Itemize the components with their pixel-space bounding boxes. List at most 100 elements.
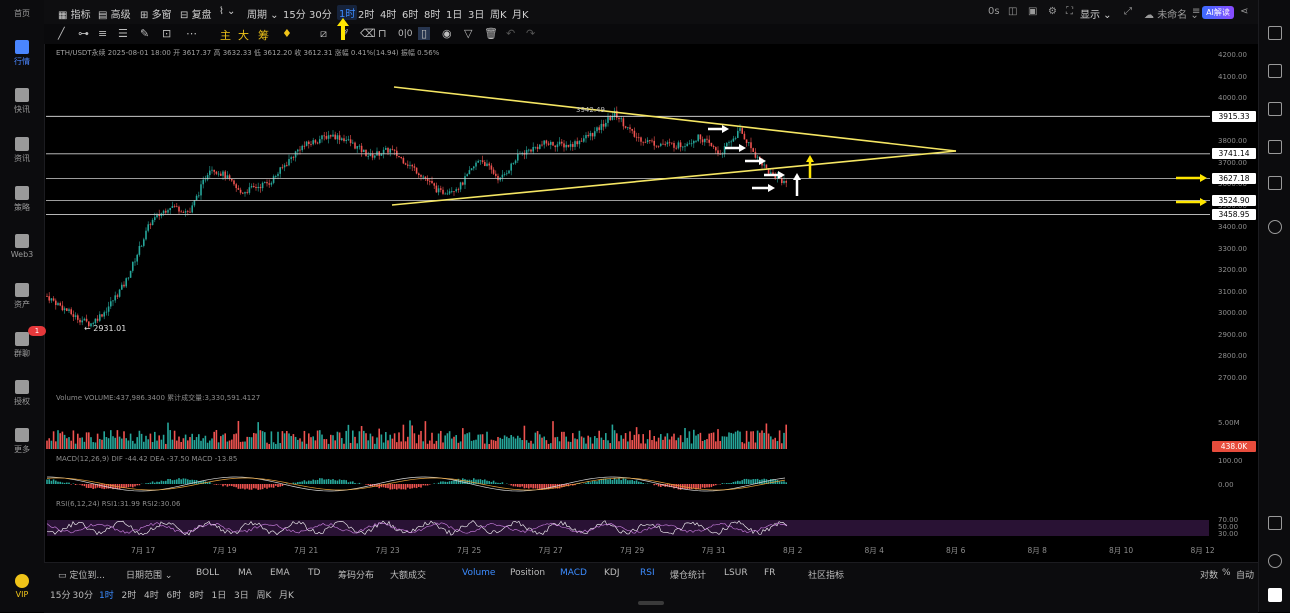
bottom-interval-tab[interactable]: 月K bbox=[279, 588, 294, 601]
bottom-interval-tab[interactable]: 周K bbox=[257, 588, 272, 601]
horizontal-line-tool-icon[interactable]: ⊶ bbox=[78, 27, 89, 40]
more-tools-icon[interactable]: ⋯ bbox=[186, 27, 197, 40]
chart-type-button[interactable]: ⌇ ⌄ bbox=[219, 6, 235, 17]
interval-3d[interactable]: 3日 bbox=[468, 6, 484, 21]
indicator-tab[interactable]: RSI bbox=[640, 568, 655, 578]
settings-panel-icon[interactable] bbox=[1268, 516, 1282, 530]
rail-item-chat[interactable]: 群聊 bbox=[0, 332, 44, 359]
indicator-tab[interactable]: 爆仓统计 bbox=[670, 568, 706, 581]
account-dropdown[interactable]: ☁ 未命名 ⌄ bbox=[1144, 6, 1199, 21]
redo-icon[interactable]: ↷ bbox=[526, 27, 535, 40]
ohlc-toggle[interactable]: 0|0 bbox=[398, 29, 412, 39]
fullscreen-icon[interactable]: ⛶ bbox=[1066, 6, 1073, 17]
text-tool-icon[interactable]: ⊡ bbox=[162, 27, 171, 40]
multi-window-button[interactable]: ⊞ 多窗 bbox=[140, 6, 172, 21]
indicator-tab[interactable]: FR bbox=[764, 568, 775, 578]
alert-icon[interactable] bbox=[1268, 140, 1282, 154]
rail-item-authorize[interactable]: 授权 bbox=[0, 380, 44, 407]
indicator-tab[interactable]: TD bbox=[308, 568, 320, 578]
display-dropdown[interactable]: 显示 ⌄ bbox=[1080, 6, 1112, 21]
magnet-icon[interactable]: ⊓ bbox=[378, 27, 387, 40]
eraser-icon[interactable]: ⌫ bbox=[360, 27, 376, 40]
main-chart-toggle[interactable]: 主 bbox=[220, 27, 231, 43]
bottom-interval-tab[interactable]: 3日 bbox=[234, 588, 249, 601]
indicator-tab[interactable]: MACD bbox=[560, 568, 587, 578]
assistant-icon[interactable] bbox=[1268, 588, 1282, 602]
share-icon[interactable]: ⋖ bbox=[1240, 6, 1248, 17]
orderbook-icon[interactable] bbox=[1268, 26, 1282, 40]
indicator-tab[interactable]: 大额成交 bbox=[390, 568, 426, 581]
filter-icon[interactable]: ▽ bbox=[464, 27, 472, 40]
ruler-tool-icon[interactable]: ⧄ bbox=[320, 27, 327, 41]
interval-1d[interactable]: 1日 bbox=[446, 6, 462, 21]
bottom-interval-tab[interactable]: 4时 bbox=[144, 588, 159, 601]
bottom-interval-tab[interactable]: 8时 bbox=[189, 588, 204, 601]
lock-icon[interactable]: ▯ bbox=[418, 27, 430, 40]
vip-entry[interactable]: VIP bbox=[0, 574, 44, 599]
price-chart[interactable] bbox=[44, 44, 1210, 554]
log-scale-toggle[interactable]: 对数 bbox=[1200, 568, 1218, 581]
help-icon[interactable] bbox=[1268, 220, 1282, 234]
bottom-interval-tab[interactable]: 1日 bbox=[212, 588, 227, 601]
bottom-interval-tab[interactable]: 1时 bbox=[99, 588, 114, 601]
locate-button[interactable]: ▭ 定位到... bbox=[58, 568, 105, 581]
trades-icon[interactable] bbox=[1268, 64, 1282, 78]
parallel-channel-tool-icon[interactable]: ≡ bbox=[98, 27, 107, 40]
support-headset-icon[interactable] bbox=[1268, 554, 1282, 568]
interval-8h[interactable]: 8时 bbox=[424, 6, 440, 21]
delete-icon[interactable]: 🗑 bbox=[484, 27, 498, 40]
indicator-tab[interactable]: LSUR bbox=[724, 568, 748, 578]
pencil-tool-icon[interactable]: ✎ bbox=[140, 27, 149, 40]
bottom-interval-tab[interactable]: 2时 bbox=[122, 588, 137, 601]
depth-icon[interactable] bbox=[1268, 102, 1282, 116]
interval-30m[interactable]: 30分 bbox=[309, 6, 332, 21]
settings-icon[interactable]: ⚙ bbox=[1048, 6, 1057, 17]
layout-icon[interactable]: ▣ bbox=[1028, 6, 1037, 17]
ai-interpret-button[interactable]: AI解读 bbox=[1202, 6, 1234, 19]
indicator-tab[interactable]: 社区指标 bbox=[808, 568, 844, 581]
position-icon[interactable] bbox=[1268, 176, 1282, 190]
chip-toggle[interactable]: 筹 bbox=[258, 27, 269, 43]
interval-2h[interactable]: 2时 bbox=[358, 6, 374, 21]
indicator-tab[interactable]: BOLL bbox=[196, 568, 219, 578]
indicator-tab[interactable]: 筹码分布 bbox=[338, 568, 374, 581]
rail-item-strategy[interactable]: 策略 bbox=[0, 186, 44, 213]
indicator-tab[interactable]: MA bbox=[238, 568, 252, 578]
bottom-interval-tab[interactable]: 6时 bbox=[167, 588, 182, 601]
fibonacci-tool-icon[interactable]: ☰ bbox=[118, 27, 128, 40]
replay-button[interactable]: ⊟ 复盘 bbox=[180, 6, 212, 21]
undo-icon[interactable]: ↶ bbox=[506, 27, 515, 40]
interval-month[interactable]: 月K bbox=[512, 6, 529, 21]
scroll-handle[interactable] bbox=[638, 601, 664, 605]
camera-icon[interactable]: ◫ bbox=[1008, 6, 1017, 17]
rail-item-news[interactable]: 资讯 bbox=[0, 137, 44, 164]
auto-scale-toggle[interactable]: 自动 bbox=[1236, 568, 1254, 581]
indicator-tab[interactable]: Volume bbox=[462, 568, 495, 578]
rail-item-market[interactable]: 行情 bbox=[0, 40, 44, 67]
interval-week[interactable]: 周K bbox=[490, 6, 507, 21]
period-dropdown[interactable]: 周期 ⌄ bbox=[247, 6, 279, 21]
rail-item-home[interactable]: 首页 bbox=[0, 6, 44, 19]
expand-icon[interactable]: ⤢ bbox=[1124, 6, 1132, 17]
date-range-dropdown[interactable]: 日期范围 ⌄ bbox=[126, 568, 172, 581]
percent-toggle[interactable]: % bbox=[1222, 568, 1231, 578]
bottom-interval-tab[interactable]: 15分 bbox=[50, 588, 70, 601]
large-toggle[interactable]: 大 bbox=[238, 27, 249, 43]
trendline-tool-icon[interactable]: ╱ bbox=[58, 27, 65, 40]
interval-6h[interactable]: 6时 bbox=[402, 6, 418, 21]
indicator-tab[interactable]: KDJ bbox=[604, 568, 620, 578]
rail-item-newsflash[interactable]: 快讯 bbox=[0, 88, 44, 115]
menu-icon[interactable]: ≡ bbox=[1192, 6, 1200, 17]
rail-item-web3[interactable]: Web3 bbox=[0, 234, 44, 259]
bottom-interval-tab[interactable]: 30分 bbox=[73, 588, 93, 601]
interval-15m[interactable]: 15分 bbox=[283, 6, 306, 21]
visibility-icon[interactable]: ◉ bbox=[442, 27, 452, 40]
pin-icon[interactable]: ♦ bbox=[282, 27, 292, 40]
interval-4h[interactable]: 4时 bbox=[380, 6, 396, 21]
indicator-tab[interactable]: EMA bbox=[270, 568, 290, 578]
indicator-tab[interactable]: Position bbox=[510, 568, 545, 578]
rail-item-more[interactable]: 更多 bbox=[0, 428, 44, 455]
indicators-button[interactable]: ▦ 指标 bbox=[58, 6, 91, 21]
rail-item-assets[interactable]: 资产 bbox=[0, 283, 44, 310]
advanced-button[interactable]: ▤ 高级 bbox=[98, 6, 131, 21]
